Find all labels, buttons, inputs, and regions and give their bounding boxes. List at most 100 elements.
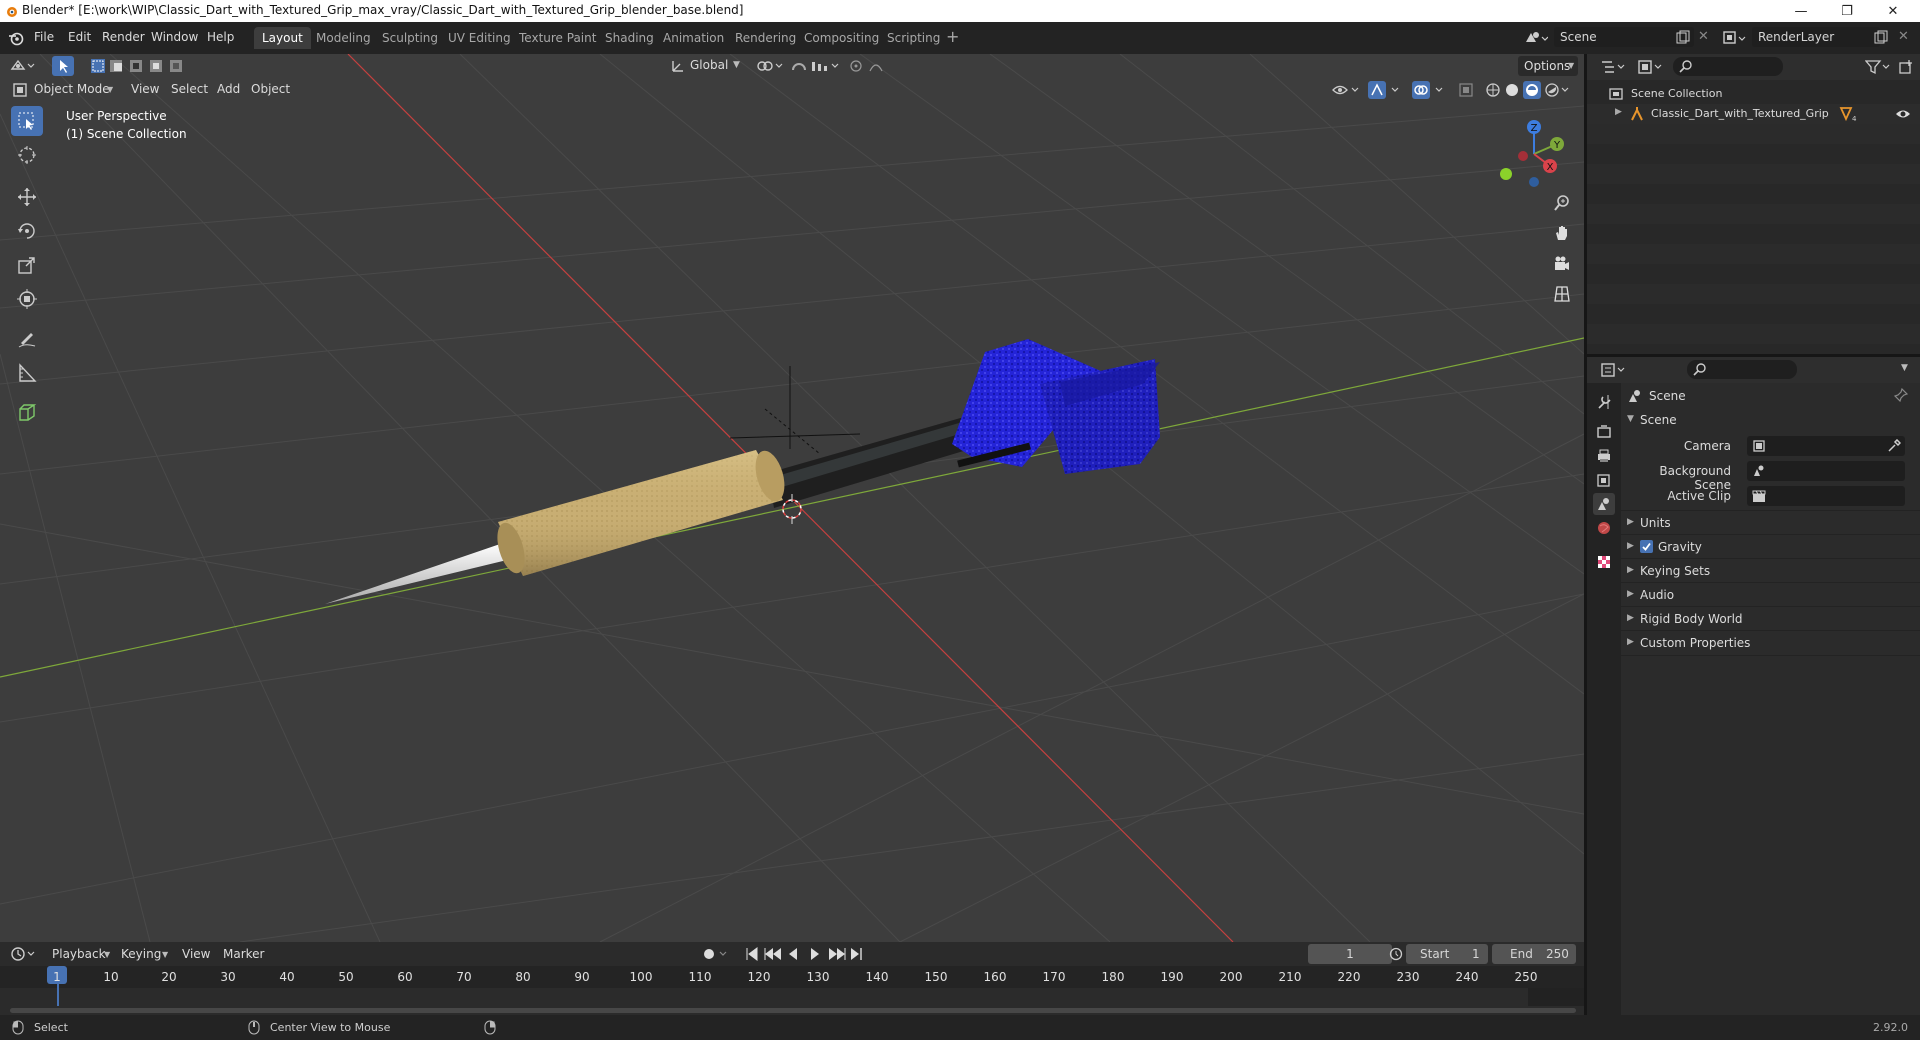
properties-search-input[interactable] [1687,360,1797,379]
viewport-menu-select[interactable]: Select [171,82,208,96]
options-dropdown[interactable]: Options ▼ [1518,56,1578,76]
eyedropper-icon[interactable] [1887,439,1901,453]
navigation-gizmo[interactable]: Z Y X [1494,114,1574,194]
menu-edit[interactable]: Edit [68,30,91,44]
3d-viewport[interactable]: Global ▼ Options ▼ Object Mode ▼ View Se… [0,54,1584,942]
tab-tool[interactable] [1593,391,1615,413]
zoom-view-button[interactable] [1548,189,1576,217]
current-frame-field[interactable]: 1 [1308,944,1392,964]
new-collection-icon[interactable] [1898,59,1914,75]
render-layer-field[interactable]: RenderLayer [1752,27,1880,47]
blender-menu-icon[interactable] [8,30,24,46]
keying-sets-panel-header[interactable]: ▶ Keying Sets [1621,558,1920,583]
background-scene-field[interactable] [1747,461,1905,481]
tab-texture[interactable] [1593,551,1615,573]
camera-field[interactable] [1747,436,1905,456]
visibility-icon[interactable] [1332,82,1362,98]
timeline-menu-playback[interactable]: Playback [52,947,106,961]
add-cube-tool[interactable] [11,398,43,428]
tab-world[interactable] [1593,517,1615,539]
xray-toggle-icon[interactable] [1458,82,1474,98]
audio-panel-header[interactable]: ▶ Audio [1621,582,1920,607]
filter-icon[interactable] [1865,59,1893,75]
gravity-panel-header[interactable]: ▶ Gravity [1621,534,1920,559]
viewport-menu-add[interactable]: Add [217,82,240,96]
tab-scripting[interactable]: Scripting [879,27,948,49]
new-scene-icon[interactable] [1676,30,1690,44]
menu-file[interactable]: File [34,30,54,44]
snap-icon[interactable] [790,58,844,74]
pin-icon[interactable] [1894,388,1908,402]
cursor-tool[interactable] [11,140,43,170]
display-mode-icon[interactable] [1637,59,1665,75]
menu-help[interactable]: Help [207,30,234,44]
end-frame-field[interactable]: End 250 [1492,944,1576,964]
outliner-row[interactable]: ▶ Classic_Dart_with_Textured_Grip 4 [1587,104,1920,124]
tab-animation[interactable]: Animation [655,27,732,49]
units-panel-header[interactable]: ▶ Units [1621,510,1920,535]
delete-view-layer-icon[interactable]: ✕ [1898,29,1909,44]
outliner-editor-icon[interactable] [1600,59,1628,75]
timeline-menu-keying[interactable]: Keying [121,947,161,961]
tab-output[interactable] [1593,445,1615,467]
new-view-layer-icon[interactable] [1874,30,1888,44]
viewport-menu-view[interactable]: View [131,82,159,96]
timeline-scrollbar[interactable] [10,1008,1576,1013]
timeline-editor-icon[interactable] [10,946,38,962]
playback-controls[interactable] [745,946,865,962]
editor-type-icon[interactable] [10,58,36,74]
tab-uv-editing[interactable]: UV Editing [440,27,519,49]
camera-view-button[interactable] [1548,250,1576,278]
viewport-menu-object[interactable]: Object [251,82,290,96]
proportional-editing-icon[interactable] [850,58,894,74]
custom-properties-panel-header[interactable]: ▶ Custom Properties [1621,630,1920,656]
delete-scene-icon[interactable]: ✕ [1698,29,1709,44]
record-icon[interactable] [702,947,730,961]
tab-texture-paint[interactable]: Texture Paint [511,27,604,49]
outliner-search-input[interactable] [1673,57,1783,76]
select-box-mode-icons[interactable] [90,58,186,74]
timeline-menu-marker[interactable]: Marker [223,947,264,961]
add-workspace-button[interactable]: + [946,27,959,46]
mesh-data-icon[interactable]: 4 [1839,106,1857,122]
tab-shading[interactable]: Shading [597,27,662,49]
object-mode-dropdown[interactable]: Object Mode [34,82,110,96]
pan-view-button[interactable] [1548,219,1576,247]
menu-render[interactable]: Render [102,30,145,44]
transform-orientation-dropdown[interactable]: Global [690,58,728,72]
scale-tool[interactable] [11,250,43,280]
annotate-tool[interactable] [11,324,43,354]
transform-orientation-icon[interactable] [670,58,686,74]
gravity-checkbox[interactable] [1640,540,1653,553]
rigid-body-world-panel-header[interactable]: ▶ Rigid Body World [1621,606,1920,631]
eye-icon[interactable] [1895,107,1911,121]
move-tool[interactable] [11,182,43,212]
pivot-point-icon[interactable] [756,58,786,74]
expand-arrow-icon[interactable]: ▶ [1615,107,1622,117]
rotate-tool[interactable] [11,216,43,246]
chevron-down-icon[interactable]: ▼ [1901,363,1908,373]
select-box-tool[interactable] [11,106,43,136]
scene-panel-header[interactable]: ▼ Scene [1621,409,1920,431]
properties-editor-icon[interactable] [1600,362,1628,378]
clock-icon[interactable] [1389,947,1403,961]
ortho-toggle-button[interactable] [1548,280,1576,308]
start-frame-field[interactable]: Start 1 [1406,944,1488,964]
maximize-button[interactable]: ❐ [1824,0,1870,22]
measure-tool[interactable] [11,358,43,388]
tab-layout[interactable]: Layout [254,27,311,49]
scene-icon[interactable] [1524,29,1548,47]
timeline-menu-view[interactable]: View [182,947,210,961]
tab-sculpting[interactable]: Sculpting [374,27,446,49]
shading-mode-icons[interactable] [1484,81,1572,99]
menu-window[interactable]: Window [151,30,198,44]
view-layer-icon[interactable] [1722,29,1746,47]
select-tool-icon[interactable] [52,56,74,76]
active-clip-field[interactable] [1747,486,1905,506]
minimize-button[interactable]: — [1778,0,1824,22]
tab-compositing[interactable]: Compositing [796,27,887,49]
tab-scene[interactable] [1593,493,1615,515]
transform-tool[interactable] [11,284,43,314]
tab-render[interactable] [1593,421,1615,443]
tab-modeling[interactable]: Modeling [308,27,379,49]
